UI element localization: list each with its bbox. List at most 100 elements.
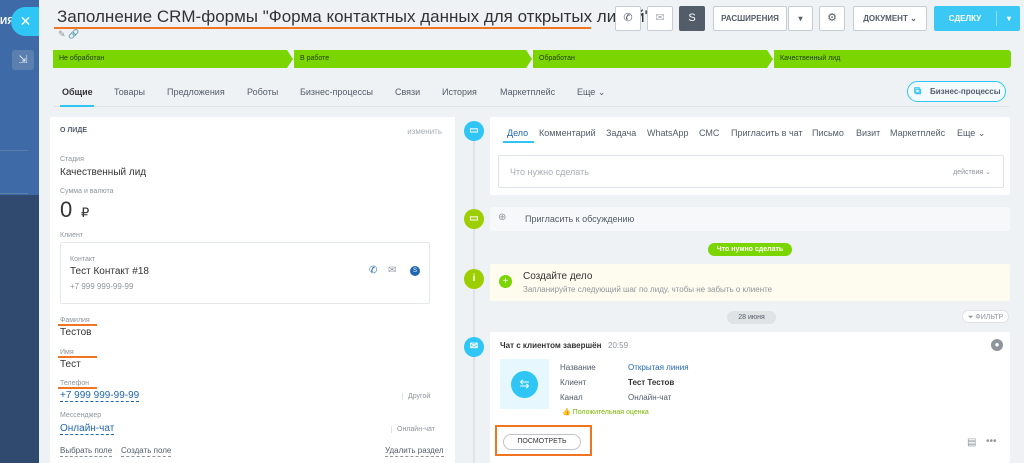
chevron-down-icon: ⌄: [910, 14, 917, 23]
filter-label: ФИЛЬТР: [975, 314, 1004, 321]
phone-type: Другой: [402, 393, 430, 400]
tab-products[interactable]: Товары: [114, 87, 145, 97]
stage-qualified[interactable]: Качественный лид: [774, 50, 1011, 68]
extensions-dropdown[interactable]: ▾: [788, 6, 813, 31]
row-value-name[interactable]: Открытая линия: [628, 363, 689, 372]
note-icon[interactable]: ▤: [967, 437, 976, 448]
row-value-client: Тест Тестов: [628, 378, 675, 387]
contact-card: Контакт Тест Контакт #18 +7 999 999-99-9…: [60, 242, 430, 304]
caret-down-icon[interactable]: ▾: [998, 6, 1020, 31]
filter-button[interactable]: ⏷ ФИЛЬТР: [962, 310, 1009, 323]
contact-label: Контакт: [70, 256, 96, 263]
activity-tab-task[interactable]: Дело: [507, 128, 528, 138]
openline-icon: ⇆: [511, 371, 538, 398]
invite-discussion[interactable]: ⊕ Пригласить к обсуждению: [490, 207, 1010, 231]
lead-slider: Заполнение CRM-формы "Форма контактных д…: [39, 0, 1024, 463]
active-tab-indicator: [60, 105, 94, 107]
todo-badge: Что нужно сделать: [708, 243, 792, 256]
tab-more[interactable]: Еще ⌄: [577, 87, 605, 98]
title-edit-tools[interactable]: ✎ 🔗: [58, 29, 79, 40]
card-heading: О ЛИДЕ: [60, 127, 87, 134]
phone-icon[interactable]: ✆: [369, 265, 377, 276]
chat-title: Чат с клиентом завершён: [500, 341, 602, 350]
add-user-icon: ⊕: [498, 212, 507, 223]
sum-value: 0: [60, 197, 73, 222]
create-task-title: Создайте дело: [523, 271, 593, 282]
row-label-name: Название: [560, 363, 596, 372]
activity-tab-sms[interactable]: СМС: [699, 128, 719, 138]
create-field-link[interactable]: Создать поле: [121, 446, 172, 457]
timeline-line: [473, 130, 475, 463]
extensions-button[interactable]: РАСШИРЕНИЯ: [713, 6, 787, 31]
skype-icon: S: [688, 12, 696, 24]
activity-tab-visit[interactable]: Визит: [856, 128, 880, 138]
divider: [996, 11, 997, 26]
activity-icon: ▭: [464, 121, 484, 141]
delete-section-link[interactable]: Удалить раздел: [385, 446, 444, 457]
tab-robots[interactable]: Роботы: [247, 87, 278, 97]
invite-label: Пригласить к обсуждению: [525, 214, 635, 224]
call-button[interactable]: ✆: [615, 6, 641, 31]
activity-tab-whatsapp[interactable]: WhatsApp: [647, 128, 689, 138]
thumbs-up-icon: 👍: [562, 409, 571, 416]
lastname-highlight: [58, 324, 97, 326]
view-button-highlight: [495, 425, 592, 456]
phone-value[interactable]: +7 999 999-99-99: [60, 390, 140, 402]
tab-offers[interactable]: Предложения: [167, 87, 225, 97]
edit-link[interactable]: изменить: [407, 127, 442, 136]
tab-business-processes[interactable]: Бизнес-процессы: [300, 87, 373, 97]
chat-thumbnail: ⇆: [500, 359, 549, 409]
divider: [0, 193, 28, 194]
tab-marketplace[interactable]: Маркетплейс: [500, 87, 555, 97]
skype-button[interactable]: S: [679, 6, 705, 31]
activity-tab-email[interactable]: Письмо: [812, 128, 844, 138]
name-value: Тест: [60, 359, 81, 370]
business-processes-button[interactable]: ⧉ Бизнес-процессы: [907, 81, 1006, 102]
actions-dropdown[interactable]: действия ⌄: [953, 168, 991, 176]
skype-icon[interactable]: S: [410, 266, 420, 276]
stage-value: Качественный лид: [60, 167, 147, 178]
business-processes-label: Бизнес-процессы: [930, 87, 1001, 96]
tab-history[interactable]: История: [442, 87, 477, 97]
row-value-channel: Онлайн-чат: [628, 393, 672, 402]
settings-button[interactable]: ⚙: [819, 6, 845, 31]
about-lead-card: О ЛИДЕ изменить Стадия Качественный лид …: [50, 117, 455, 463]
comment-icon: ▭: [464, 209, 484, 229]
activity-tab-marketplace[interactable]: Маркетплейс: [890, 128, 945, 138]
messenger-type: Онлайн-чат: [391, 426, 435, 433]
rating-label: Положительная оценка: [572, 409, 649, 416]
flow-icon: ⧉: [914, 86, 922, 97]
title-highlight: [54, 27, 591, 29]
chat-icon: ✉: [464, 337, 484, 357]
email-button[interactable]: ✉: [647, 6, 673, 31]
more-icon[interactable]: •••: [986, 436, 997, 447]
info-icon: i: [464, 269, 484, 289]
stage-new[interactable]: Не обработан: [53, 50, 293, 68]
tab-general[interactable]: Общие: [62, 87, 93, 97]
activity-tab-more[interactable]: Еще ⌄: [957, 128, 985, 139]
stage-in-progress[interactable]: В работе: [294, 50, 532, 68]
contact-phone: +7 999 999-99-99: [70, 282, 134, 291]
divider: [0, 150, 28, 151]
select-field-link[interactable]: Выбрать поле: [60, 446, 113, 457]
document-button[interactable]: ДОКУМЕНТ ⌄: [853, 6, 927, 31]
stage-processed[interactable]: Обработан: [533, 50, 773, 68]
contact-name[interactable]: Тест Контакт #18: [70, 266, 149, 277]
messenger-value[interactable]: Онлайн-чат: [60, 423, 115, 435]
activity-tab-comment[interactable]: Комментарий: [539, 128, 596, 138]
create-task-panel[interactable]: + Создайте дело Запланируйте следующий ш…: [490, 264, 1010, 301]
close-icon: ✕: [19, 13, 32, 29]
create-deal-button[interactable]: СДЕЛКУ ▾: [934, 6, 1020, 31]
close-slider-button[interactable]: ✕: [11, 7, 40, 36]
rating: 👍 Положительная оценка: [562, 408, 649, 416]
mail-icon[interactable]: ✉: [388, 265, 396, 276]
deal-label: СДЕЛКУ: [948, 14, 982, 23]
sum-label: Сумма и валюта: [60, 188, 114, 195]
caret-down-icon: ▾: [798, 14, 803, 23]
tab-links[interactable]: Связи: [395, 87, 420, 97]
todo-input[interactable]: Что нужно сделать действия ⌄: [498, 155, 1004, 188]
background-app: ИЯ ⇲: [0, 0, 39, 463]
activity-tab-todo[interactable]: Задача: [606, 128, 636, 138]
activity-tab-invite-chat[interactable]: Пригласить в чат: [731, 128, 803, 138]
gear-icon: ⚙: [827, 12, 837, 24]
